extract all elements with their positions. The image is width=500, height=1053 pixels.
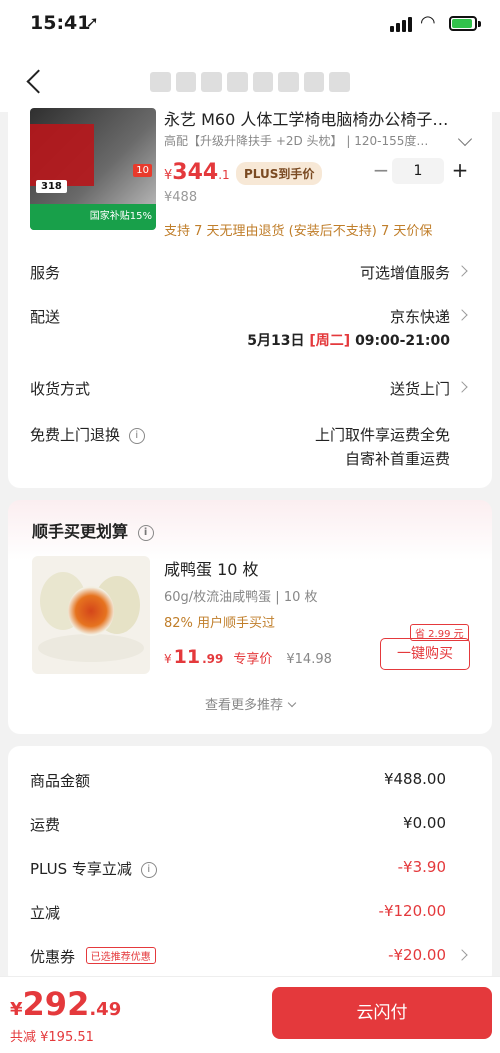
chevron-right-icon[interactable]: [456, 381, 468, 393]
chevron-right-icon[interactable]: [456, 309, 468, 321]
minus-button[interactable]: −: [372, 158, 390, 182]
recommend-users: 82% 用户顺手买过: [164, 616, 276, 631]
quantity-field[interactable]: 1: [392, 158, 444, 184]
battery-icon: [449, 16, 477, 31]
original-price: ¥488: [164, 190, 198, 205]
location-arrow-icon: ➚: [86, 13, 99, 31]
chevron-down-icon[interactable]: [457, 131, 473, 147]
total-discount[interactable]: 共减 ¥195.51: [10, 1026, 94, 1045]
chevron-right-icon[interactable]: [456, 265, 468, 277]
coupon-label[interactable]: 优惠券 已选推荐优惠: [30, 946, 156, 967]
plus-button[interactable]: +: [450, 158, 470, 182]
info-icon[interactable]: i: [140, 861, 157, 878]
total-price: ¥ 292 .49: [10, 985, 122, 1023]
one-click-buy-button[interactable]: 一键购买: [380, 638, 470, 670]
goods-label: 商品金额: [30, 772, 91, 790]
receive-value[interactable]: 送货上门: [390, 378, 450, 399]
receive-label: 收货方式: [30, 380, 91, 398]
info-icon[interactable]: i: [137, 524, 154, 541]
recommend-name[interactable]: 咸鸭蛋 10 枚: [164, 556, 259, 580]
discount-label: 立减: [30, 904, 61, 922]
egg-product-image[interactable]: [32, 556, 150, 674]
coupon-tag: 已选推荐优惠: [85, 947, 156, 964]
image-number: 318: [36, 180, 67, 193]
signal-icon: [390, 16, 412, 32]
service-value[interactable]: 可选增值服务: [360, 262, 450, 283]
status-time: 15:41: [30, 12, 91, 34]
product-card: 10 318 国家补贴15% 永艺 M60 人体工学椅电脑椅办公椅子… 高配【升…: [8, 104, 492, 488]
shipping-label: 运费: [30, 816, 61, 834]
coupon-value[interactable]: -¥20.00: [388, 946, 446, 964]
bottom-bar: ¥ 292 .49 共减 ¥195.51 云闪付: [0, 976, 500, 1053]
chevron-down-icon: [287, 698, 297, 708]
pay-button[interactable]: 云闪付: [272, 987, 492, 1039]
nav-bar: [0, 52, 500, 112]
product-title[interactable]: 永艺 M60 人体工学椅电脑椅办公椅子…: [164, 106, 464, 130]
return-policy: 支持 7 天无理由退货 (安装后不支持) 7 天价保: [164, 224, 433, 239]
plus-discount-label: PLUS 专享立减 i: [30, 858, 157, 879]
recommend-card: 顺手买更划算 i 咸鸭蛋 10 枚 60g/枚流油咸鸭蛋 | 10 枚 82% …: [8, 500, 492, 734]
recommend-title: 顺手买更划算 i: [32, 518, 154, 542]
image-subsidy-tag: 国家补贴15%: [30, 204, 156, 230]
plus-price-badge: PLUS到手价: [236, 162, 323, 185]
back-icon[interactable]: [22, 66, 52, 100]
summary-card: 商品金额 ¥488.00 运费 ¥0.00 PLUS 专享立减 i -¥3.90…: [8, 746, 492, 986]
quantity-stepper: − 1 +: [370, 158, 480, 184]
product-spec[interactable]: 高配【升级升降扶手 +2D 头枕】 | 120-155度…: [164, 132, 454, 149]
delivery-value[interactable]: 京东快递: [390, 306, 450, 327]
image-badge: 10: [133, 164, 152, 177]
plus-discount-value: -¥3.90: [397, 858, 446, 876]
discount-value: -¥120.00: [378, 902, 446, 920]
goods-value: ¥488.00: [383, 770, 446, 788]
shipping-value: ¥0.00: [403, 814, 446, 832]
battery-tip: [478, 21, 481, 27]
recommend-price: ¥ 11 .99 专享价 ¥14.98: [164, 646, 332, 668]
product-price: ¥ 344 .1: [164, 160, 230, 185]
product-image[interactable]: 10 318 国家补贴15%: [30, 108, 156, 230]
nav-title-blurred: [150, 72, 350, 92]
recommend-spec: 60g/枚流油咸鸭蛋 | 10 枚: [164, 590, 318, 605]
service-label: 服务: [30, 264, 61, 282]
delivery-time[interactable]: 5月13日 [周二] 09:00-21:00: [247, 330, 450, 350]
status-bar: 15:41 ➚ ◠: [0, 0, 500, 52]
more-recommend-link[interactable]: 查看更多推荐: [8, 694, 492, 713]
chevron-right-icon[interactable]: [456, 949, 468, 961]
free-return-value1: 上门取件享运费全免: [314, 426, 450, 444]
delivery-label: 配送: [30, 308, 61, 326]
info-icon[interactable]: i: [128, 427, 145, 444]
wifi-icon: ◠: [420, 12, 436, 33]
free-return-value2: 自寄补首重运费: [344, 450, 450, 468]
free-return-label: 免费上门退换 i: [30, 424, 145, 445]
